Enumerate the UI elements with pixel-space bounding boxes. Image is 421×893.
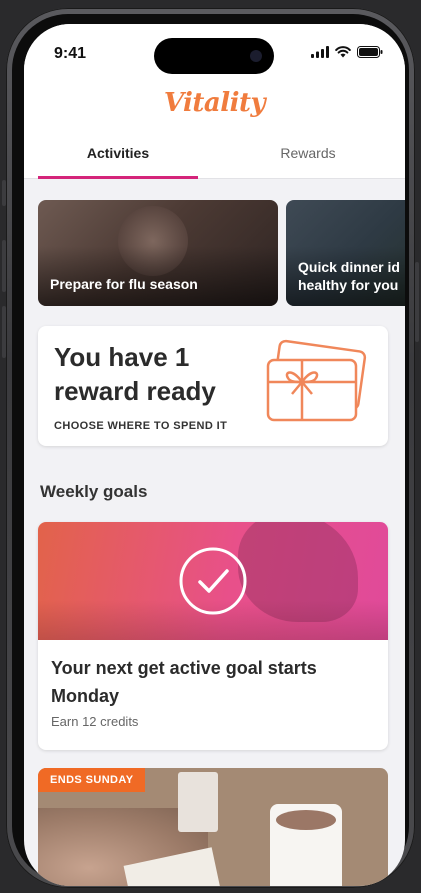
reward-cta-link[interactable]: CHOOSE WHERE TO SPEND IT	[54, 420, 227, 432]
wifi-icon	[335, 46, 351, 58]
status-bar: 9:41	[24, 24, 405, 84]
side-button-volume-up	[2, 240, 6, 292]
article-card-caption: Prepare for flu season	[50, 276, 198, 292]
vitality-logo: Vitality	[163, 88, 266, 118]
status-icons	[311, 46, 383, 58]
tab-bar: Activities Rewards	[24, 144, 405, 179]
dynamic-island	[154, 38, 274, 74]
tab-rewards-label: Rewards	[280, 145, 336, 161]
promo-image-lantern	[178, 772, 218, 832]
battery-icon	[357, 46, 383, 58]
gift-card-icon	[266, 339, 367, 422]
promo-card[interactable]: ENDS SUNDAY	[38, 768, 388, 886]
article-card-flu[interactable]: Prepare for flu season	[38, 200, 278, 306]
status-time: 9:41	[54, 45, 87, 62]
reward-card[interactable]: You have 1 reward ready CHOOSE WHERE TO …	[38, 326, 388, 446]
goal-title: Your next get active goal starts Monday	[51, 658, 317, 706]
weekly-goals-heading: Weekly goals	[40, 482, 148, 501]
tab-rewards[interactable]: Rewards	[228, 144, 388, 178]
weekly-goal-card[interactable]: Your next get active goal starts Monday …	[38, 522, 388, 750]
tab-activities-label: Activities	[86, 145, 150, 161]
ends-sunday-badge: ENDS SUNDAY	[38, 768, 146, 792]
reward-title: You have 1 reward ready	[54, 342, 216, 406]
checkmark-circle-icon	[179, 547, 247, 615]
tab-activities[interactable]: Activities	[38, 144, 198, 179]
goal-credits: Earn 12 credits	[51, 714, 139, 729]
goal-hero-image	[38, 522, 388, 640]
app-header: Vitality	[24, 84, 405, 144]
side-button-power	[415, 262, 419, 342]
side-button-mute	[2, 180, 6, 206]
app-screen: 9:41 Vitality Activities Rewards Prepare…	[24, 24, 405, 886]
side-button-volume-down	[2, 306, 6, 358]
article-card-caption: Quick dinner id healthy for you	[298, 259, 400, 293]
cellular-signal-icon	[311, 46, 329, 58]
promo-image-cocoa	[276, 810, 336, 830]
article-card-dinner[interactable]: Quick dinner id healthy for you	[286, 200, 405, 306]
